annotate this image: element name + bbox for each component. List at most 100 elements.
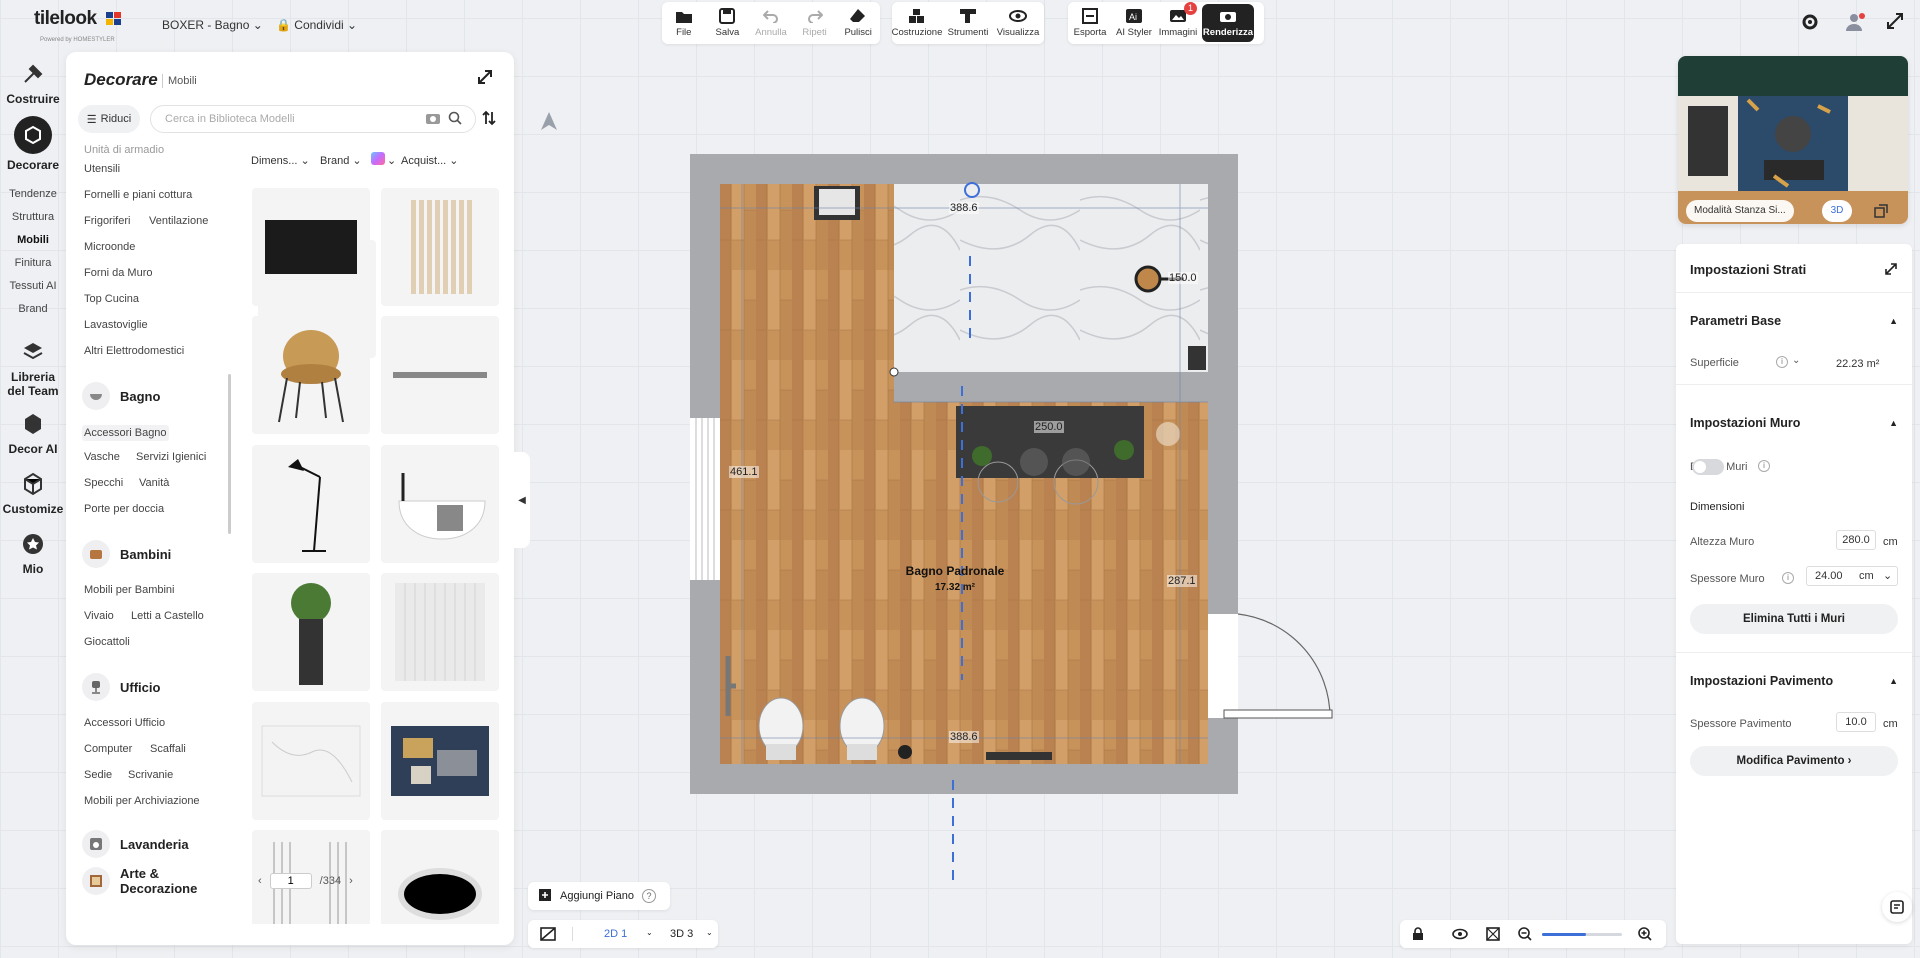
product-tile-wall-strip[interactable]: [381, 316, 499, 434]
save-button[interactable]: Salva: [706, 2, 750, 44]
expand-icon[interactable]: [1886, 12, 1904, 33]
product-tile-round-mirror[interactable]: [381, 830, 499, 924]
rail-mine[interactable]: Mio: [0, 530, 66, 576]
rail-furniture[interactable]: Mobili: [0, 234, 66, 246]
product-tile-bathtub[interactable]: [381, 445, 499, 563]
settings-icon[interactable]: [1800, 12, 1820, 35]
product-tile-slat-panel[interactable]: [381, 188, 499, 306]
export-button[interactable]: Esporta: [1068, 2, 1112, 44]
category-item[interactable]: Mobili per Archiviazione: [84, 795, 200, 807]
chevron-down-icon[interactable]: ⌄: [387, 154, 396, 167]
info-icon[interactable]: i: [1782, 572, 1794, 584]
category-item[interactable]: Forni da Muro: [84, 267, 152, 279]
rail-brand[interactable]: Brand: [0, 303, 66, 315]
category-item[interactable]: Top Cucina: [84, 293, 139, 305]
color-filter-icon[interactable]: [371, 152, 385, 165]
compass-icon[interactable]: [538, 110, 560, 135]
chevron-down-icon[interactable]: ⌄: [646, 928, 653, 937]
add-floor-button[interactable]: Aggiungi Piano ?: [528, 882, 670, 910]
page-input[interactable]: [269, 873, 312, 889]
sort-icon[interactable]: [482, 110, 496, 129]
zoom-out-icon[interactable]: [1518, 927, 1532, 944]
rail-team-library[interactable]: Libreria del Team: [0, 338, 66, 398]
product-tile-floor-lamp[interactable]: [252, 445, 370, 563]
file-button[interactable]: File: [662, 2, 706, 44]
category-item[interactable]: Fornelli e piani cottura: [84, 189, 192, 201]
category-item[interactable]: Utensili: [84, 163, 120, 175]
rail-ai-fabrics[interactable]: Tessuti AI: [0, 280, 66, 292]
wall-thickness-input[interactable]: 24.00 cm ⌄: [1806, 566, 1898, 586]
search-icon[interactable]: [448, 111, 462, 128]
room-mode-selector[interactable]: Modalità Stanza Si...: [1686, 200, 1794, 222]
category-item[interactable]: Microonde: [84, 241, 135, 253]
category-item[interactable]: Ventilazione: [149, 215, 208, 227]
category-item[interactable]: Porte per doccia: [84, 503, 164, 515]
camera-search-icon[interactable]: [426, 112, 440, 127]
rail-trends[interactable]: Tendenze: [0, 188, 66, 200]
collapse-panel-button[interactable]: ◀: [514, 452, 530, 548]
reduce-button[interactable]: ☰ Riduci: [78, 105, 140, 133]
ai-styler-button[interactable]: Ai AI Styler: [1112, 2, 1156, 44]
zoom-in-icon[interactable]: [1638, 927, 1652, 944]
product-tile-fluted-panel[interactable]: [381, 573, 499, 691]
category-item[interactable]: Letti a Castello: [131, 610, 204, 622]
chevron-down-icon[interactable]: ⌄: [1792, 355, 1800, 366]
product-tile-tv-panel[interactable]: [252, 188, 370, 306]
category-item[interactable]: Altri Elettrodomestici: [84, 345, 184, 357]
view-2d-button[interactable]: 2D 1: [604, 928, 627, 940]
category-item[interactable]: Scrivanie: [128, 769, 173, 781]
tools-button[interactable]: Strumenti: [942, 2, 994, 44]
clear-button[interactable]: Pulisci: [836, 2, 880, 44]
category-item[interactable]: Lavastoviglie: [84, 319, 148, 331]
popout-icon[interactable]: [1874, 204, 1888, 221]
render-button[interactable]: Renderizza: [1202, 4, 1254, 42]
collapse-caret-icon[interactable]: ▲: [1889, 676, 1898, 686]
category-item[interactable]: Specchi: [84, 477, 123, 489]
base-params-header[interactable]: Parametri Base: [1690, 314, 1781, 328]
category-group-bathroom[interactable]: Bagno: [82, 382, 160, 410]
collapse-caret-icon[interactable]: ▲: [1889, 316, 1898, 326]
category-item[interactable]: Scaffali: [150, 743, 186, 755]
next-page-icon[interactable]: ›: [349, 875, 353, 887]
edit-floor-button[interactable]: Modifica Pavimento ›: [1690, 746, 1898, 776]
floor-settings-header[interactable]: Impostazioni Pavimento: [1690, 674, 1833, 688]
category-item[interactable]: Vanità: [139, 477, 169, 489]
product-tile-plant-pedestal[interactable]: [252, 573, 370, 691]
build-button[interactable]: Costruzione: [892, 2, 942, 44]
category-item[interactable]: Sedie: [84, 769, 112, 781]
help-icon[interactable]: ?: [642, 889, 657, 903]
images-button[interactable]: Immagini 1: [1156, 2, 1200, 44]
wall-height-input[interactable]: 280.0: [1836, 530, 1876, 550]
view-button[interactable]: Visualizza: [994, 2, 1042, 44]
floor-plan-icon[interactable]: [540, 927, 556, 944]
room-name[interactable]: Bagno Padronale: [905, 564, 1005, 578]
lock-walls-toggle[interactable]: [1692, 459, 1724, 475]
category-item-active[interactable]: Accessori Bagno: [82, 425, 169, 441]
product-tile-marble-slab[interactable]: [252, 702, 370, 820]
category-group-kids[interactable]: Bambini: [82, 540, 171, 568]
category-item[interactable]: Servizi Igienici: [136, 451, 206, 463]
purchase-filter[interactable]: Acquist... ⌄: [401, 154, 459, 167]
category-item[interactable]: Mobili per Bambini: [84, 584, 174, 596]
category-item[interactable]: Unità di armadio: [84, 144, 164, 156]
category-item[interactable]: Accessori Ufficio: [84, 717, 165, 729]
dimensions-filter[interactable]: Dimens... ⌄: [251, 154, 310, 167]
brand-filter[interactable]: Brand ⌄: [320, 154, 362, 167]
info-icon[interactable]: i: [1776, 356, 1788, 368]
category-item[interactable]: Giocattoli: [84, 636, 130, 648]
rail-customize[interactable]: Customize: [0, 470, 66, 516]
category-group-office[interactable]: Ufficio: [82, 673, 160, 701]
category-item[interactable]: Vasche: [84, 451, 120, 463]
rail-decor-ai[interactable]: Decor AI: [0, 410, 66, 456]
zoom-slider[interactable]: [1542, 933, 1622, 936]
category-item[interactable]: Frigoriferi: [84, 215, 130, 227]
rail-finish[interactable]: Finitura: [0, 257, 66, 269]
avatar[interactable]: [1844, 12, 1866, 35]
category-group-laundry[interactable]: Lavanderia: [82, 830, 189, 858]
expand-icon[interactable]: [1884, 262, 1898, 279]
category-scrollbar[interactable]: [228, 374, 231, 534]
expand-panel-icon[interactable]: [476, 68, 494, 89]
lock-icon[interactable]: [1412, 927, 1424, 944]
collapse-caret-icon[interactable]: ▲: [1889, 418, 1898, 428]
preview-3d[interactable]: Modalità Stanza Si... 3D: [1678, 56, 1908, 224]
